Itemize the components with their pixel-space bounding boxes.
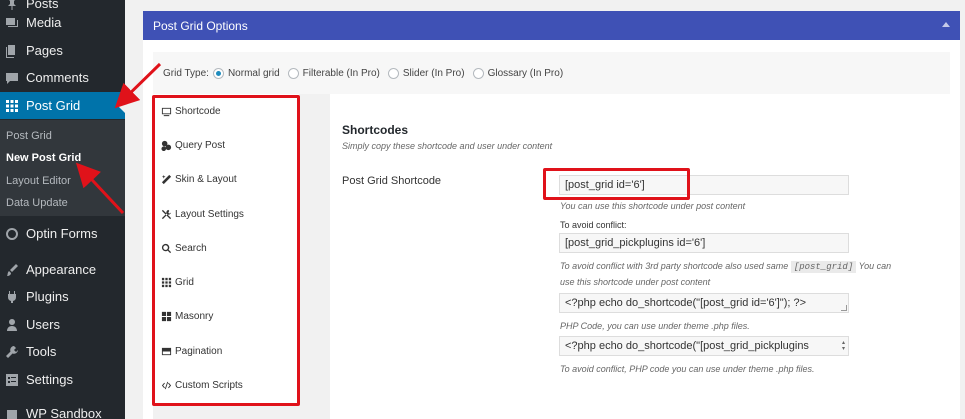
arrow-to-new-post-grid [75,162,125,215]
annotation-arrows [75,62,162,215]
arrow-to-post-grid [114,62,162,109]
